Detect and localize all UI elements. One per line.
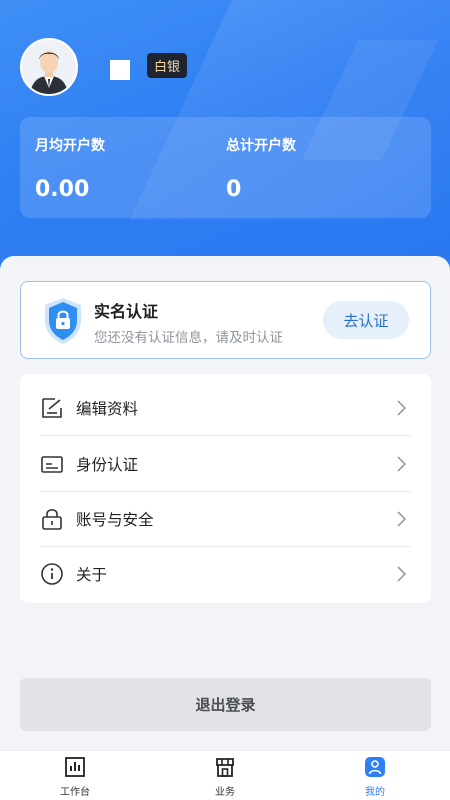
stat-total-value: 0 [226, 177, 242, 202]
menu-item-label: 关于 [76, 566, 108, 584]
menu-item-label: 账号与安全 [76, 510, 154, 529]
username-placeholder [110, 60, 130, 80]
stat-total-label: 总计开户数 [226, 138, 296, 154]
bottom-tab-bar: 工作台 业务 我的 [0, 750, 450, 800]
tab-mine[interactable]: 我的 [345, 756, 405, 798]
verify-title: 实名认证 [94, 302, 159, 321]
chevron-right-icon [397, 511, 407, 527]
tab-label: 我的 [365, 787, 385, 798]
lock-icon [42, 508, 62, 530]
store-icon [216, 758, 234, 777]
tab-label: 业务 [215, 787, 235, 798]
stat-monthly-label: 月均开户数 [35, 138, 105, 154]
stat-total: 总计开户数 0 [226, 135, 296, 202]
verify-card[interactable]: 实名认证 您还没有认证信息，请及时认证 去认证 [20, 281, 431, 359]
level-badge: 白银 [147, 52, 188, 78]
stat-monthly: 月均开户数 0.00 [35, 135, 105, 202]
shield-lock-icon [45, 298, 81, 344]
menu-item-label: 编辑资料 [76, 399, 139, 418]
avatar[interactable] [20, 38, 78, 96]
logout-button[interactable]: 退出登录 [20, 678, 431, 731]
edit-icon [42, 397, 62, 418]
menu-item-label: 身份认证 [76, 455, 139, 474]
id-card-icon [41, 455, 63, 473]
chevron-right-icon [397, 566, 407, 582]
profile-row: 白银 [20, 38, 188, 96]
avatar-image [22, 40, 76, 94]
tab-label: 工作台 [60, 787, 90, 798]
chevron-right-icon [397, 400, 407, 416]
menu-item-account-security[interactable]: 账号与安全 [40, 491, 411, 547]
chevron-right-icon [397, 456, 407, 472]
menu-card: 编辑资料 身份认证 账号与安全 关于 [20, 374, 431, 603]
content-panel: 实名认证 您还没有认证信息，请及时认证 去认证 编辑资料 身份认证 账号与安全 … [0, 256, 450, 752]
header-background: 白银 月均开户数 0.00 总计开户数 0 [0, 0, 450, 290]
tab-business[interactable]: 业务 [195, 756, 255, 798]
go-verify-button[interactable]: 去认证 [323, 301, 409, 339]
menu-item-edit-profile[interactable]: 编辑资料 [40, 380, 411, 436]
chart-icon [65, 757, 85, 777]
user-icon [365, 757, 385, 777]
menu-item-identity[interactable]: 身份认证 [40, 436, 411, 492]
tab-workbench[interactable]: 工作台 [45, 756, 105, 798]
menu-item-about[interactable]: 关于 [40, 546, 411, 602]
stat-monthly-value: 0.00 [35, 177, 90, 202]
info-icon [41, 563, 63, 585]
stats-card: 月均开户数 0.00 总计开户数 0 [20, 117, 431, 218]
verify-subtitle: 您还没有认证信息，请及时认证 [94, 330, 283, 346]
